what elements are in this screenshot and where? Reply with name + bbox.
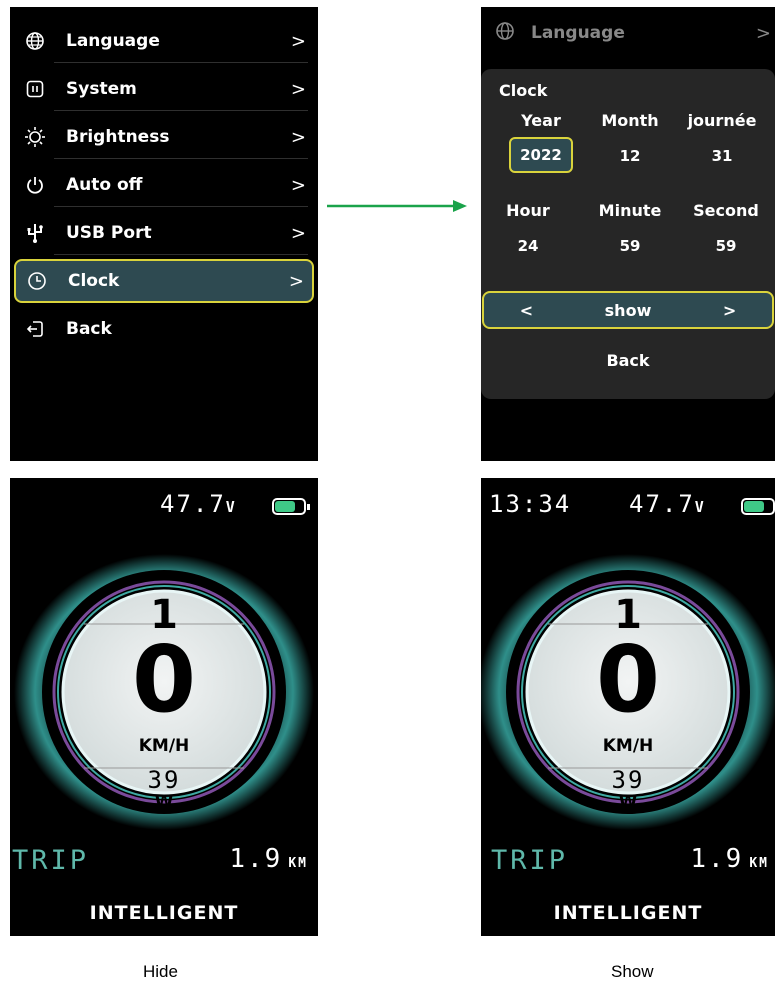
speed-unit: KM/H <box>602 736 654 756</box>
chevron-right-icon: > <box>290 174 306 196</box>
menu-item-auto-off[interactable]: Auto off > <box>14 163 314 207</box>
speed-value: 0 <box>131 626 196 733</box>
clock-settings-screen: Language > Clock Year Month journée 2022… <box>481 7 775 461</box>
voltage-readout: 47.7V <box>629 490 706 518</box>
power-value: 39 <box>611 766 645 794</box>
menu-item-usb-port[interactable]: USB Port > <box>14 211 314 255</box>
clock-dialog: Clock Year Month journée 2022 12 31 Hour… <box>481 69 775 399</box>
transition-arrow-icon <box>327 200 467 212</box>
system-icon <box>24 78 46 100</box>
menu-item-clock[interactable]: Clock > <box>14 259 314 303</box>
clock-icon <box>26 270 48 292</box>
clock-display-selector[interactable]: < show > <box>482 291 774 329</box>
clock-readout: 13:34 <box>489 490 572 518</box>
trip-label: TRIP <box>12 845 90 876</box>
divider <box>54 110 308 111</box>
hour-header: Hour <box>506 201 550 220</box>
year-header: Year <box>521 111 561 130</box>
menu-item-language[interactable]: Language > <box>14 19 314 63</box>
menu-item-language[interactable]: Language > <box>495 21 775 45</box>
power-unit: W <box>618 792 638 812</box>
chevron-right-icon: > <box>290 222 306 244</box>
sun-icon <box>24 126 46 148</box>
minute-field[interactable]: 59 <box>585 237 675 255</box>
caption-show: Show <box>611 962 654 981</box>
globe-icon <box>24 30 46 52</box>
chevron-right-icon: > <box>290 78 306 100</box>
trip-label: TRIP <box>491 845 569 876</box>
selector-left-arrow[interactable]: < <box>520 301 533 320</box>
globe-icon <box>495 21 515 45</box>
battery-icon <box>272 498 310 515</box>
dashboard-clock-hidden: 47.7V 1 0 KM/H 39 W TRIP 1.9 KM INTELLIG… <box>10 478 318 936</box>
back-button[interactable]: Back <box>481 351 775 370</box>
dialog-title: Clock <box>499 81 548 100</box>
menu-item-label: Back <box>66 319 112 339</box>
speed-value: 0 <box>595 626 660 733</box>
chevron-right-icon: > <box>288 270 304 292</box>
speed-unit: KM/H <box>138 736 190 756</box>
chevron-right-icon: > <box>290 126 306 148</box>
year-field[interactable]: 2022 <box>509 137 573 173</box>
menu-item-label: Clock <box>68 271 120 291</box>
menu-item-label: Language <box>66 31 160 51</box>
menu-item-back[interactable]: Back <box>14 307 314 351</box>
menu-item-label: Language <box>531 23 625 43</box>
speed-gauge: 1 0 KM/H 39 W <box>14 540 314 840</box>
minute-header: Minute <box>598 201 662 220</box>
menu-item-label: Brightness <box>66 127 170 147</box>
menu-item-label: System <box>66 79 137 99</box>
power-icon <box>24 174 46 196</box>
trip-distance: 1.9 KM <box>229 844 308 874</box>
riding-mode: INTELLIGENT <box>89 902 239 924</box>
speed-gauge: 1 0 KM/H 39 W <box>481 540 775 840</box>
second-field[interactable]: 59 <box>681 237 771 255</box>
chevron-right-icon: > <box>755 22 771 44</box>
divider <box>54 62 308 63</box>
day-field[interactable]: 31 <box>677 147 767 165</box>
usb-icon <box>24 222 46 244</box>
power-unit: W <box>154 792 174 812</box>
second-header: Second <box>693 201 759 220</box>
divider <box>54 206 308 207</box>
day-header: journée <box>687 111 757 130</box>
power-value: 39 <box>147 766 181 794</box>
divider <box>54 254 308 255</box>
battery-icon <box>741 498 775 515</box>
month-header: Month <box>601 111 659 130</box>
divider <box>54 158 308 159</box>
menu-item-brightness[interactable]: Brightness > <box>14 115 314 159</box>
selector-value: show <box>604 300 652 320</box>
riding-mode: INTELLIGENT <box>553 902 703 924</box>
month-field[interactable]: 12 <box>585 147 675 165</box>
menu-item-label: USB Port <box>66 223 152 243</box>
back-icon <box>24 318 46 340</box>
selector-right-arrow[interactable]: > <box>723 301 736 320</box>
settings-menu-screen: Language > System > Brightness > Auto of… <box>10 7 318 461</box>
dashboard-clock-shown: 13:34 47.7V 1 0 KM/H 39 W TRIP 1.9 KM IN… <box>481 478 775 936</box>
caption-hide: Hide <box>143 962 178 981</box>
trip-distance: 1.9 KM <box>690 844 769 874</box>
menu-item-system[interactable]: System > <box>14 67 314 111</box>
menu-item-label: Auto off <box>66 175 143 195</box>
chevron-right-icon: > <box>290 30 306 52</box>
hour-field[interactable]: 24 <box>483 237 573 255</box>
voltage-readout: 47.7V <box>160 490 237 518</box>
